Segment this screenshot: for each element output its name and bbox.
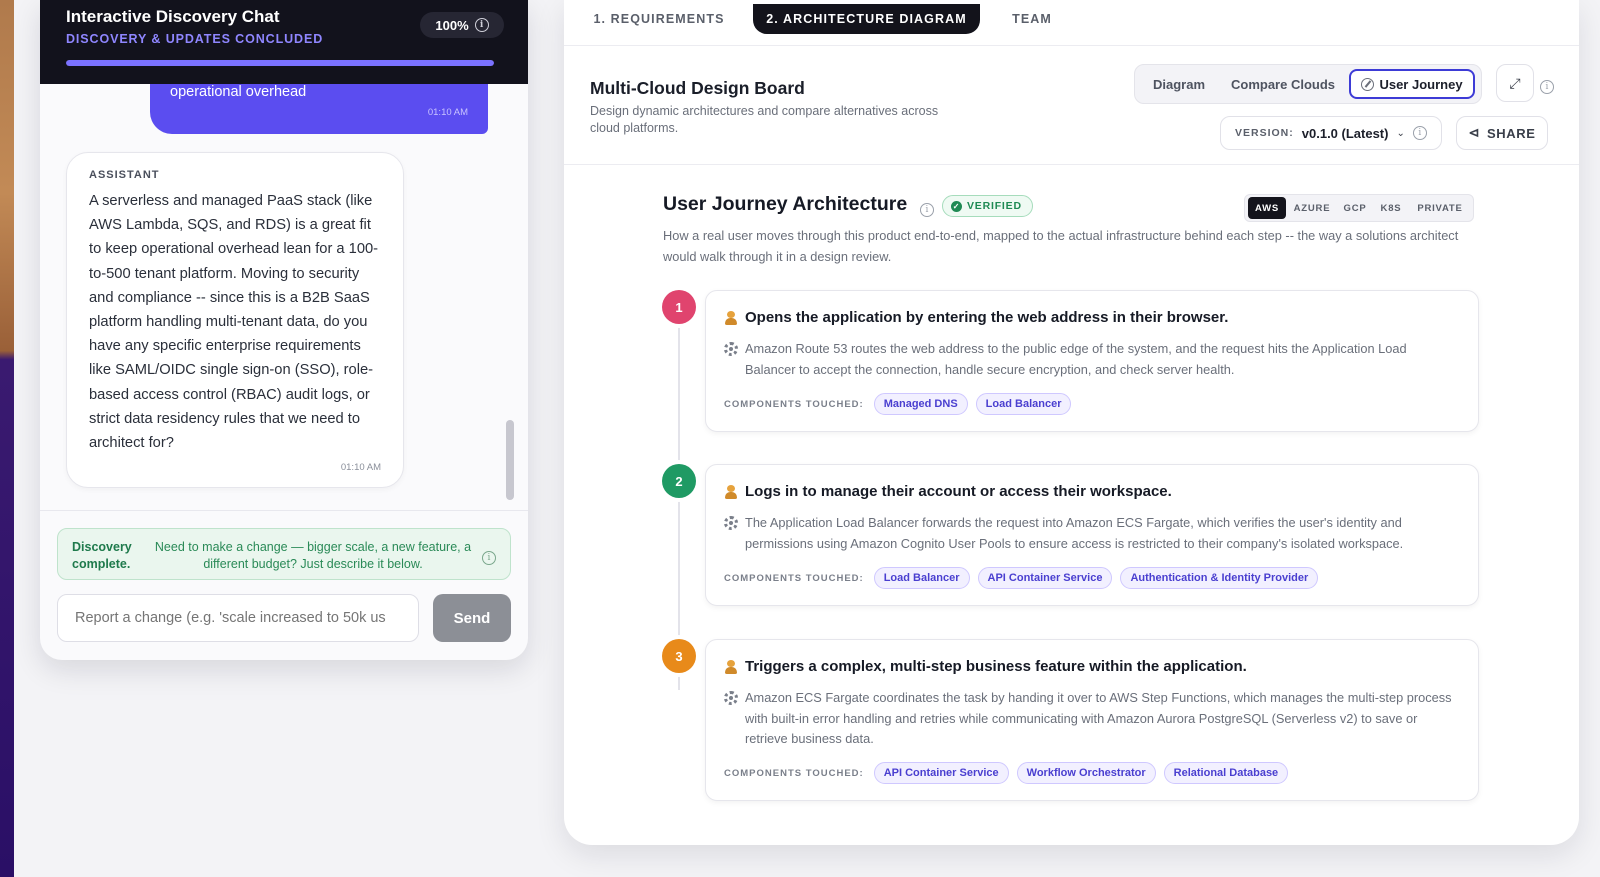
- expand-icon: ⤢: [1509, 74, 1521, 91]
- view-user-journey-label: User Journey: [1379, 76, 1463, 92]
- version-label: VERSION:: [1235, 127, 1294, 139]
- journey-step-card: Logs in to manage their account or acces…: [705, 464, 1479, 606]
- component-chip[interactable]: Load Balancer: [975, 393, 1072, 415]
- chat-scrollbar[interactable]: [506, 420, 514, 500]
- journey-step-card: Triggers a complex, multi-step business …: [705, 639, 1479, 801]
- share-label: SHARE: [1486, 125, 1536, 141]
- cloud-provider-switcher: AWS AZURE GCP K8S PRIVATE: [1244, 194, 1474, 222]
- step-number-badge: 3: [662, 639, 696, 673]
- verified-badge: ✓ VERIFIED: [942, 195, 1033, 217]
- check-icon: ✓: [951, 200, 962, 212]
- component-chip[interactable]: Authentication & Identity Provider: [1120, 567, 1319, 589]
- compass-icon: [1361, 77, 1375, 91]
- assistant-message: ASSISTANT A serverless and managed PaaS …: [66, 152, 404, 488]
- components-label: COMPONENTS TOUCHED:: [724, 572, 864, 584]
- info-icon[interactable]: i: [1540, 80, 1554, 94]
- component-chip[interactable]: API Container Service: [977, 567, 1113, 589]
- gear-icon: [724, 342, 738, 356]
- cloud-k8s-button[interactable]: K8S: [1375, 197, 1407, 219]
- desktop-background: [0, 0, 14, 877]
- info-icon[interactable]: i: [474, 18, 489, 32]
- cloud-azure-button[interactable]: AZURE: [1290, 197, 1334, 219]
- board-description: Design dynamic architectures and compare…: [590, 104, 939, 135]
- user-journey-description: How a real user moves through this produ…: [663, 228, 1459, 264]
- components-row: COMPONENTS TOUCHED: Managed DNS Load Bal…: [724, 393, 1072, 415]
- user-icon: [724, 484, 738, 499]
- assistant-message-text: A serverless and managed PaaS stack (lik…: [89, 193, 379, 452]
- user-journey-title: User Journey Architecture: [663, 193, 908, 215]
- gear-icon: [724, 691, 738, 705]
- expand-button[interactable]: ⤢: [1496, 64, 1534, 102]
- step-number-badge: 1: [662, 290, 696, 324]
- step-number-badge: 2: [662, 464, 696, 498]
- view-diagram-button[interactable]: Diagram: [1143, 69, 1215, 99]
- info-icon[interactable]: i: [1412, 126, 1427, 140]
- step-title: Triggers a complex, multi-step business …: [745, 658, 1247, 675]
- step-detail: The Application Load Balancer forwards t…: [745, 515, 1404, 551]
- user-message: operational overhead 01:10 AM: [150, 84, 488, 134]
- discovery-text: Need to make a change — bigger scale, a …: [154, 540, 472, 571]
- tab-requirements[interactable]: 1. REQUIREMENTS: [584, 4, 734, 34]
- view-compare-clouds-button[interactable]: Compare Clouds: [1221, 69, 1345, 99]
- timeline-line: [678, 320, 680, 690]
- step-detail: Amazon Route 53 routes the web address t…: [745, 341, 1407, 377]
- progress-bar: [66, 60, 494, 66]
- assistant-message-time: 01:10 AM: [340, 462, 381, 473]
- component-chip[interactable]: API Container Service: [873, 762, 1009, 784]
- discovery-title: Discovery complete.: [72, 540, 132, 571]
- progress-bar-fill: [66, 60, 494, 66]
- progress-pill[interactable]: 100% i: [420, 12, 504, 38]
- tab-architecture-diagram[interactable]: 2. ARCHITECTURE DIAGRAM: [753, 4, 980, 34]
- view-switcher: Diagram Compare Clouds User Journey: [1134, 64, 1482, 104]
- step-detail: Amazon ECS Fargate coordinates the task …: [745, 690, 1452, 746]
- components-label: COMPONENTS TOUCHED:: [724, 398, 864, 410]
- discovery-chat-panel: Interactive Discovery Chat DISCOVERY & U…: [40, 0, 528, 660]
- verified-label: VERIFIED: [967, 200, 1022, 212]
- journey-step-card: Opens the application by entering the we…: [705, 290, 1479, 432]
- progress-percent: 100%: [435, 17, 469, 33]
- components-label: COMPONENTS TOUCHED:: [724, 767, 864, 779]
- discovery-complete-banner: Discovery complete. Need to make a chang…: [57, 528, 511, 580]
- info-icon[interactable]: i: [920, 203, 934, 217]
- user-icon: [724, 310, 738, 325]
- component-chip[interactable]: Managed DNS: [873, 393, 968, 415]
- share-button[interactable]: ⊲ SHARE: [1456, 116, 1548, 150]
- view-user-journey-button[interactable]: User Journey: [1349, 69, 1475, 99]
- user-message-time: 01:10 AM: [427, 107, 468, 118]
- divider: [564, 164, 1579, 165]
- cloud-gcp-button[interactable]: GCP: [1338, 197, 1372, 219]
- chat-header: Interactive Discovery Chat DISCOVERY & U…: [40, 0, 528, 84]
- user-message-text: operational overhead: [170, 84, 307, 100]
- component-chip[interactable]: Workflow Orchestrator: [1016, 762, 1156, 784]
- divider: [40, 510, 528, 511]
- components-row: COMPONENTS TOUCHED: Load Balancer API Co…: [724, 567, 1319, 589]
- components-row: COMPONENTS TOUCHED: API Container Servic…: [724, 762, 1289, 784]
- component-chip[interactable]: Relational Database: [1163, 762, 1289, 784]
- cloud-private-button[interactable]: PRIVATE: [1410, 197, 1470, 219]
- assistant-role-label: ASSISTANT: [89, 169, 160, 181]
- user-icon: [724, 659, 738, 674]
- chat-status: DISCOVERY & UPDATES CONCLUDED: [66, 32, 324, 46]
- share-icon: ⊲: [1468, 125, 1480, 140]
- info-icon[interactable]: i: [482, 551, 496, 565]
- board-title: Multi-Cloud Design Board: [590, 78, 805, 98]
- step-title: Opens the application by entering the we…: [745, 309, 1229, 326]
- version-selector[interactable]: VERSION: v0.1.0 (Latest) ⌄ i: [1220, 116, 1442, 150]
- cloud-aws-button[interactable]: AWS: [1248, 197, 1286, 219]
- change-request-input[interactable]: [57, 594, 419, 642]
- chevron-down-icon: ⌄: [1396, 127, 1405, 139]
- chat-title: Interactive Discovery Chat: [66, 7, 280, 26]
- gear-icon: [724, 516, 738, 530]
- send-button[interactable]: Send: [433, 594, 511, 642]
- tab-team[interactable]: TEAM: [1004, 4, 1060, 34]
- version-value: v0.1.0 (Latest): [1301, 125, 1389, 141]
- board-tabs: 1. REQUIREMENTS 2. ARCHITECTURE DIAGRAM …: [564, 0, 1579, 46]
- design-board: 1. REQUIREMENTS 2. ARCHITECTURE DIAGRAM …: [564, 0, 1579, 845]
- component-chip[interactable]: Load Balancer: [873, 567, 970, 589]
- step-title: Logs in to manage their account or acces…: [745, 483, 1172, 500]
